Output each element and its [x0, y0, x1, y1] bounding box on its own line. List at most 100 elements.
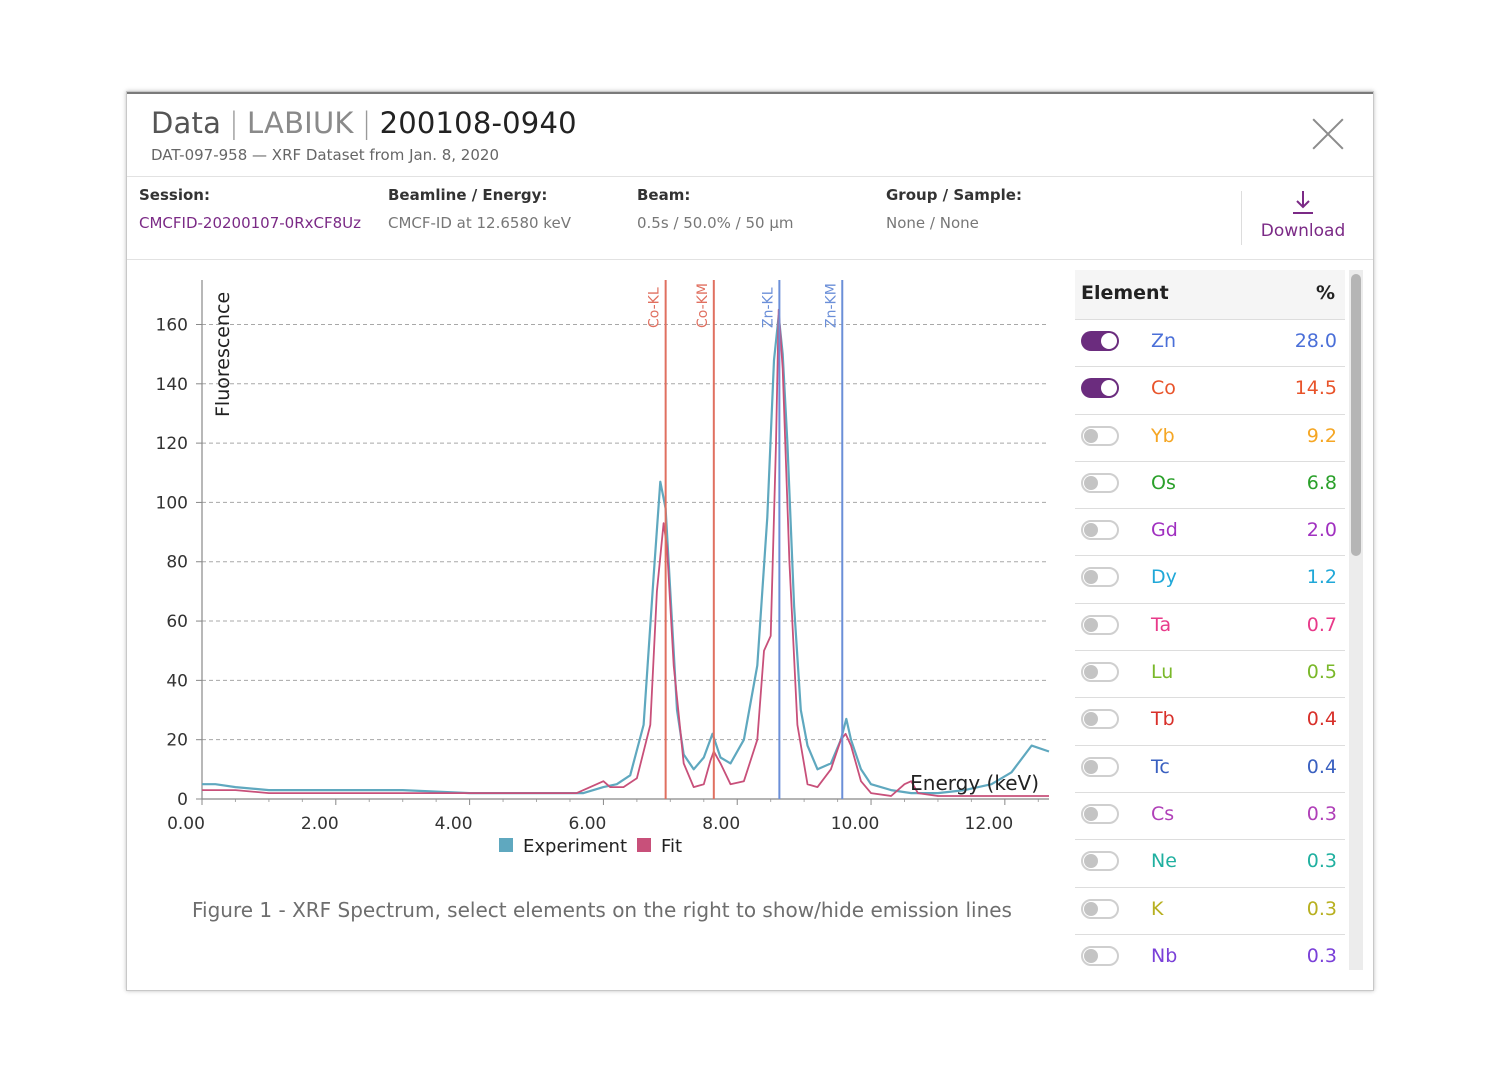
toggle-knob: [1084, 806, 1098, 821]
scrollbar-thumb[interactable]: [1351, 274, 1361, 556]
element-name: Nb: [1151, 944, 1178, 967]
element-name: Tc: [1151, 755, 1170, 778]
title-separator: |: [361, 106, 372, 140]
beamline-label: Beamline / Energy:: [388, 186, 548, 204]
element-toggle[interactable]: [1081, 472, 1119, 493]
element-row: Tc 0.4: [1075, 746, 1345, 793]
element-name: Dy: [1151, 566, 1177, 589]
element-toggle[interactable]: [1081, 331, 1119, 351]
emission-line-label: Zn-KM: [823, 283, 839, 328]
y-tick-label: 160: [156, 315, 188, 335]
element-toggle[interactable]: [1081, 425, 1119, 446]
beamline-value: CMCF-ID at 12.6580 keV: [388, 214, 571, 232]
close-icon[interactable]: [1311, 116, 1345, 150]
y-tick-label: 100: [156, 493, 188, 513]
legend-label-fit: Fit: [661, 836, 682, 857]
xrf-spectrum-chart: 0 20 40 60 80 100 120 140 160 0.00 2.00 4.00 6.00 8.0…: [127, 262, 1067, 882]
element-toggle[interactable]: [1081, 662, 1119, 683]
toggle-knob: [1084, 712, 1098, 727]
element-name: Ta: [1151, 613, 1172, 636]
element-name: K: [1151, 897, 1164, 920]
element-name: Os: [1151, 471, 1176, 494]
element-percent: 9.2: [1306, 424, 1337, 447]
element-toggle[interactable]: [1081, 378, 1119, 399]
chart-svg: 0 20 40 60 80 100 120 140 160 0.00 2.00 4.00 6.00 8.0…: [156, 280, 1050, 857]
element-toggle[interactable]: [1081, 614, 1119, 635]
dataset-modal: Data | LABIUK | 200108-0940 DAT-097-958 — XR…: [126, 91, 1374, 991]
title-id: 200108-0940: [379, 106, 577, 140]
element-percent: 2.0: [1306, 519, 1337, 542]
group-info: Group / Sample: None / None: [886, 186, 1022, 232]
toggle-knob: [1084, 428, 1098, 443]
element-row: Cs 0.3: [1075, 793, 1345, 841]
session-label: Session:: [139, 186, 210, 204]
element-toggle[interactable]: [1081, 520, 1119, 541]
toggle-knob: [1101, 333, 1117, 349]
element-percent: 6.8: [1306, 471, 1337, 494]
title-prefix: Data: [151, 106, 222, 140]
emission-line-label: Co-KM: [695, 283, 711, 328]
element-row: Os 6.8: [1075, 462, 1345, 510]
table-header: Element %: [1075, 270, 1345, 320]
x-tick-label: 0.00: [167, 814, 205, 834]
toggle-knob: [1084, 948, 1098, 963]
x-axis-label: Energy (keV): [910, 771, 1039, 795]
element-row: Dy 1.2: [1075, 556, 1345, 604]
element-toggle[interactable]: [1081, 567, 1119, 588]
element-toggle[interactable]: [1081, 709, 1119, 730]
element-toggle[interactable]: [1081, 898, 1119, 919]
y-tick-label: 20: [166, 731, 188, 751]
x-tick-label: 4.00: [435, 814, 473, 834]
modal-title: Data | LABIUK | 200108-0940: [151, 106, 577, 140]
beam-value: 0.5s / 50.0% / 50 µm: [637, 214, 794, 232]
title-separator: |: [229, 106, 240, 140]
element-percent: 28.0: [1294, 330, 1337, 352]
info-bar: Session: CMCFID-20200107-0RxCF8Uz Beamli…: [127, 176, 1373, 260]
element-percent: 0.5: [1306, 661, 1337, 684]
session-link[interactable]: CMCFID-20200107-0RxCF8Uz: [139, 214, 361, 232]
element-name: Tb: [1151, 708, 1175, 731]
element-percent: 0.3: [1306, 850, 1337, 873]
modal-header: Data | LABIUK | 200108-0940 DAT-097-958 — XR…: [151, 106, 577, 164]
element-table: Element % Zn 28.0 Co 14.5 Yb 9.2 Os 6.8 Gd 2.0 Dy 1…: [1075, 270, 1363, 970]
toggle-knob: [1101, 380, 1117, 397]
title-group: LABIUK: [247, 106, 354, 140]
beam-label: Beam:: [637, 186, 691, 204]
toggle-knob: [1084, 617, 1098, 632]
y-tick-label: 0: [177, 790, 188, 810]
y-tick-label: 120: [156, 434, 188, 454]
beam-info: Beam: 0.5s / 50.0% / 50 µm: [637, 186, 794, 232]
element-row: K 0.3: [1075, 888, 1345, 935]
table-body: Zn 28.0 Co 14.5 Yb 9.2 Os 6.8 Gd 2.0 Dy 1.2 Ta 0.7 Lu 0…: [1075, 320, 1345, 970]
element-toggle[interactable]: [1081, 756, 1119, 777]
element-name: Cs: [1151, 802, 1175, 825]
emission-line-label: Co-KL: [647, 287, 663, 328]
element-row: Nb 0.3: [1075, 935, 1345, 970]
series-experiment-line: [202, 314, 1050, 795]
element-percent: 0.3: [1306, 944, 1337, 967]
element-row: Co 14.5: [1075, 367, 1345, 415]
element-percent: 0.4: [1306, 755, 1337, 778]
element-percent: 14.5: [1294, 377, 1337, 400]
element-row: Ta 0.7: [1075, 604, 1345, 652]
element-toggle[interactable]: [1081, 803, 1119, 824]
legend-label-experiment: Experiment: [523, 836, 627, 857]
session-info: Session: CMCFID-20200107-0RxCF8Uz: [139, 186, 361, 232]
element-name: Lu: [1151, 661, 1174, 684]
element-percent: 0.7: [1306, 613, 1337, 636]
element-row: Gd 2.0: [1075, 509, 1345, 557]
toggle-knob: [1084, 570, 1098, 585]
element-row: Lu 0.5: [1075, 651, 1345, 699]
download-button[interactable]: Download: [1257, 189, 1349, 241]
element-name: Zn: [1151, 330, 1177, 352]
modal-subtitle: DAT-097-958 — XRF Dataset from Jan. 8, 2…: [151, 146, 499, 164]
toggle-knob: [1084, 475, 1098, 490]
element-row: Zn 28.0: [1075, 320, 1345, 368]
element-toggle[interactable]: [1081, 945, 1119, 966]
x-tick-label: 8.00: [702, 814, 740, 834]
x-tick-label: 10.00: [831, 814, 880, 834]
element-toggle[interactable]: [1081, 851, 1119, 872]
emission-line-label: Zn-KL: [760, 287, 776, 328]
element-percent: 1.2: [1306, 566, 1337, 589]
toggle-knob: [1084, 854, 1098, 869]
